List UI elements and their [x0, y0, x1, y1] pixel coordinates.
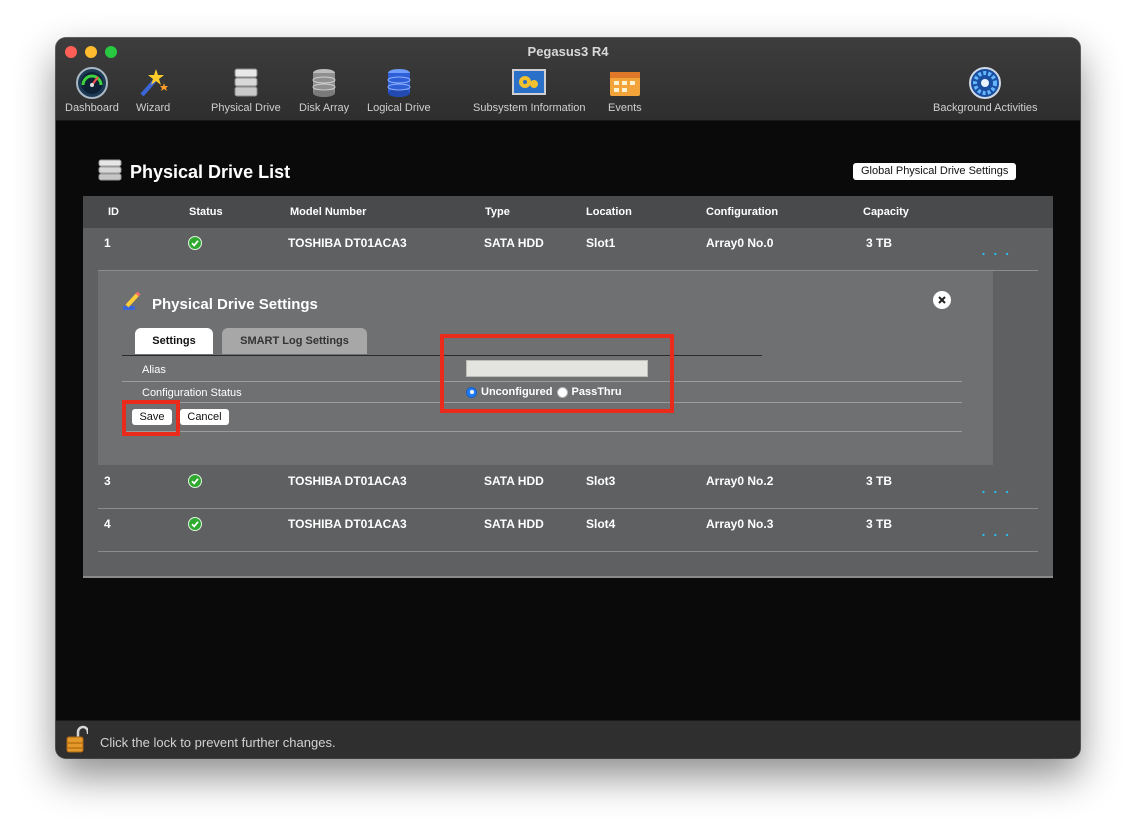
toolbar-logical-drive-button[interactable]: Logical Drive: [367, 66, 431, 114]
physical-drive-table: ID Status Model Number Type Location Con…: [83, 196, 1053, 578]
app-window: Pegasus3 R4 Dashboard Wizard Physical Dr…: [56, 38, 1080, 758]
settings-header: Physical Drive Settings: [122, 291, 318, 316]
toolbar-physical-drive-label: Physical Drive: [211, 102, 281, 114]
toolbar-dashboard-button[interactable]: Dashboard: [65, 66, 119, 114]
tab-smart-log-settings[interactable]: SMART Log Settings: [222, 328, 367, 354]
cell-location: Slot3: [586, 474, 616, 488]
status-ok-icon: [188, 236, 202, 250]
cell-id: 3: [104, 474, 111, 488]
field-divider: [122, 402, 962, 403]
cancel-button[interactable]: Cancel: [180, 409, 229, 425]
row-more-menu[interactable]: . . .: [982, 242, 1011, 258]
toolbar-events-button[interactable]: Events: [608, 66, 642, 114]
settings-title: Physical Drive Settings: [152, 295, 318, 313]
cell-capacity: 3 TB: [866, 517, 893, 531]
table-row[interactable]: 4 TOSHIBA DT01ACA3 SATA HDD Slot4 Array0…: [83, 509, 1053, 551]
table-row[interactable]: 1 TOSHIBA DT01ACA3 SATA HDD Slot1 Array0…: [83, 228, 1053, 270]
row-divider: [98, 551, 1038, 552]
save-button[interactable]: Save: [132, 409, 172, 425]
column-header-model-number: Model Number: [290, 206, 367, 218]
alias-input[interactable]: [466, 360, 648, 377]
footer-bar: Click the lock to prevent further change…: [56, 720, 1080, 758]
toolbar-subsystem-information-label: Subsystem Information: [473, 102, 586, 114]
cell-model: TOSHIBA DT01ACA3: [288, 474, 407, 488]
row-more-menu[interactable]: . . .: [982, 480, 1011, 496]
dashboard-gauge-icon: [75, 66, 108, 100]
toolbar: Pegasus3 R4 Dashboard Wizard Physical Dr…: [56, 38, 1080, 121]
status-ok-icon: [188, 474, 202, 488]
column-header-configuration: Configuration: [706, 206, 779, 218]
close-settings-button[interactable]: [933, 291, 951, 309]
tab-settings[interactable]: Settings: [135, 328, 213, 354]
page-title: Physical Drive List: [130, 162, 291, 182]
cell-id: 1: [104, 236, 111, 250]
configuration-status-radio-group: Unconfigured PassThru: [466, 386, 622, 398]
cell-configuration: Array0 No.3: [706, 517, 774, 531]
table-header: ID Status Model Number Type Location Con…: [83, 196, 1053, 228]
row-more-menu[interactable]: . . .: [982, 523, 1011, 539]
toolbar-dashboard-label: Dashboard: [65, 102, 119, 114]
field-divider: [122, 431, 962, 432]
main-content: Physical Drive List Global Physical Driv…: [56, 121, 1080, 721]
configuration-status-label: Configuration Status: [142, 387, 242, 399]
toolbar-disk-array-label: Disk Array: [299, 102, 350, 114]
toolbar-events-label: Events: [608, 102, 642, 114]
toolbar-wizard-button[interactable]: Wizard: [136, 66, 170, 114]
table-row[interactable]: 3 TOSHIBA DT01ACA3 SATA HDD Slot3 Array0…: [83, 466, 1053, 508]
cell-location: Slot4: [586, 517, 616, 531]
toolbar-subsystem-information-button[interactable]: Subsystem Information: [473, 66, 586, 114]
background-activities-icon: [969, 66, 1002, 100]
disk-array-icon: [311, 66, 337, 100]
physical-drive-settings-panel: Physical Drive Settings Settings SMART L…: [98, 271, 993, 465]
status-ok-icon: [188, 517, 202, 531]
field-divider: [122, 381, 962, 382]
cell-type: SATA HDD: [484, 236, 544, 250]
tab-divider: [122, 355, 762, 356]
toolbar-wizard-label: Wizard: [136, 102, 171, 114]
unlocked-padlock-icon[interactable]: [66, 724, 90, 758]
toolbar-logical-drive-label: Logical Drive: [367, 102, 431, 114]
cell-configuration: Array0 No.0: [706, 236, 774, 250]
alias-label: Alias: [142, 364, 166, 376]
cell-id: 4: [104, 517, 111, 531]
wizard-wand-icon: [136, 66, 170, 100]
cell-configuration: Array0 No.2: [706, 474, 774, 488]
cell-type: SATA HDD: [484, 517, 544, 531]
lock-hint-text: Click the lock to prevent further change…: [100, 735, 336, 750]
toolbar-background-activities-button[interactable]: Background Activities: [933, 66, 1038, 114]
edit-pencil-icon: [122, 291, 144, 316]
physical-drive-list-icon: [98, 159, 122, 186]
column-header-type: Type: [485, 206, 510, 218]
global-physical-drive-settings-button[interactable]: Global Physical Drive Settings: [853, 163, 1017, 180]
events-calendar-icon: [609, 66, 641, 100]
physical-drive-icon: [233, 66, 259, 100]
cell-model: TOSHIBA DT01ACA3: [288, 236, 407, 250]
unconfigured-radio-label: Unconfigured: [481, 386, 553, 398]
column-header-id: ID: [108, 206, 119, 218]
cell-location: Slot1: [586, 236, 616, 250]
column-header-capacity: Capacity: [863, 206, 909, 218]
cell-capacity: 3 TB: [866, 474, 893, 488]
close-icon: [938, 296, 946, 304]
toolbar-physical-drive-button[interactable]: Physical Drive: [211, 66, 281, 114]
unconfigured-radio[interactable]: [466, 386, 477, 398]
passthru-radio-label: PassThru: [571, 386, 622, 398]
cell-model: TOSHIBA DT01ACA3: [288, 517, 407, 531]
column-header-status: Status: [189, 206, 223, 218]
cell-type: SATA HDD: [484, 474, 544, 488]
subsystem-information-icon: [512, 66, 547, 100]
toolbar-disk-array-button[interactable]: Disk Array: [299, 66, 349, 114]
cell-capacity: 3 TB: [866, 236, 893, 250]
column-header-location: Location: [586, 206, 632, 218]
page-header: Physical Drive List: [98, 159, 290, 186]
passthru-radio[interactable]: [556, 386, 568, 398]
window-title: Pegasus3 R4: [527, 44, 609, 59]
toolbar-background-activities-label: Background Activities: [933, 102, 1038, 114]
logical-drive-icon: [386, 66, 412, 100]
